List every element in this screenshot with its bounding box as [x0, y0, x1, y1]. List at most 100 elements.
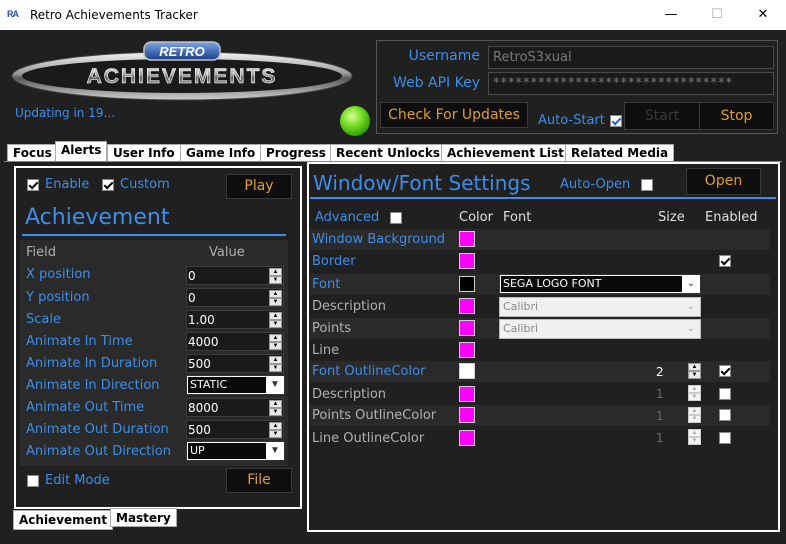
advanced-label: Advanced [315, 210, 380, 225]
animate-out-duration-spinner[interactable]: 500 ▲ ▼ [186, 420, 284, 439]
color-swatch[interactable] [459, 276, 475, 292]
start-button[interactable]: Start [624, 102, 700, 130]
field-label: Animate In Direction [26, 378, 160, 393]
enable-label: Enable [45, 177, 90, 192]
chevron-down-icon: ⌄ [686, 323, 696, 334]
row-label: Window Background [312, 232, 445, 247]
animate-in-time-spinner[interactable]: 4000 ▲ ▼ [186, 332, 284, 351]
color-swatch[interactable] [459, 320, 475, 336]
field-label: Animate Out Duration [26, 422, 169, 437]
check-updates-button[interactable]: Check For Updates [380, 102, 528, 128]
points-outline-size-spinner[interactable]: 1 ▲ ▼ [655, 407, 701, 425]
enabled-checkbox[interactable] [719, 255, 731, 267]
minimize-button[interactable]: — [648, 0, 694, 30]
retro-achievements-logo: RETRO ACHIEVEMENTS [11, 41, 353, 101]
file-button[interactable]: File [226, 468, 292, 493]
open-button[interactable]: Open [686, 168, 761, 195]
color-column-header: Color [459, 210, 493, 225]
row-label: Line [312, 343, 340, 358]
edit-mode-label: Edit Mode [45, 473, 110, 488]
color-swatch[interactable] [459, 253, 475, 269]
tab-focus[interactable]: Focus [7, 144, 58, 161]
x-position-spinner[interactable]: 0 ▲ ▼ [186, 266, 284, 285]
row-label: Line OutlineColor [312, 431, 425, 446]
maximize-button[interactable]: ☐ [694, 0, 740, 30]
achievement-section-title: Achievement [25, 205, 170, 230]
enabled-checkbox[interactable] [719, 409, 731, 421]
field-label: Animate Out Direction [26, 444, 172, 459]
tab-achievement-list[interactable]: Achievement List [441, 144, 570, 161]
tab-user-info[interactable]: User Info [107, 144, 181, 161]
field-label: Animate In Duration [26, 356, 158, 371]
color-swatch[interactable] [459, 386, 475, 402]
enable-checkbox[interactable] [27, 179, 39, 191]
enabled-checkbox[interactable] [719, 365, 731, 377]
description-font-select[interactable]: Calibri ⌄ [499, 297, 701, 317]
play-button[interactable]: Play [226, 174, 292, 199]
y-position-spinner[interactable]: 0 ▲ ▼ [186, 288, 284, 307]
section-divider [22, 234, 286, 236]
enabled-column-header: Enabled [705, 210, 758, 225]
window-font-settings-title: Window/Font Settings [313, 171, 531, 195]
animate-in-direction-select[interactable]: STATIC ▼ [186, 375, 285, 395]
animate-in-duration-spinner[interactable]: 500 ▲ ▼ [186, 354, 284, 373]
tab-related-media[interactable]: Related Media [565, 144, 675, 161]
outline-size-spinner[interactable]: 2 ▲ ▼ [655, 363, 701, 381]
row-label: Font OutlineColor [312, 364, 426, 379]
title-bar: RA Retro Achievements Tracker — ☐ ✕ [0, 0, 786, 30]
scale-spinner[interactable]: 1.00 ▲ ▼ [186, 310, 284, 329]
color-swatch[interactable] [459, 298, 475, 314]
animate-out-time-spinner[interactable]: 8000 ▲ ▼ [186, 398, 284, 417]
description-outline-size-spinner[interactable]: 1 ▲ ▼ [655, 385, 701, 403]
stop-button[interactable]: Stop [699, 102, 774, 130]
field-label: X position [26, 267, 91, 282]
app-window: RA Retro Achievements Tracker — ☐ ✕ RETR… [0, 0, 786, 544]
enabled-checkbox[interactable] [719, 388, 731, 400]
row-label: Points [312, 321, 352, 336]
chevron-down-icon: ⌄ [686, 301, 696, 312]
color-swatch[interactable] [459, 231, 475, 247]
field-label: Animate Out Time [26, 400, 145, 415]
line-outline-size-spinner[interactable]: 1 ▲ ▼ [655, 429, 701, 447]
row-label: Points OutlineColor [312, 408, 437, 423]
window-title: Retro Achievements Tracker [30, 8, 198, 22]
username-field[interactable]: RetroS3xual [488, 46, 774, 69]
points-font-select[interactable]: Calibri ⌄ [499, 319, 701, 339]
tab-progress[interactable]: Progress [260, 144, 332, 161]
webapi-key-field[interactable]: ******************************** [488, 72, 774, 95]
field-label: Scale [26, 312, 61, 327]
color-swatch[interactable] [459, 407, 475, 423]
section-divider [310, 197, 776, 199]
username-label: Username [408, 48, 480, 64]
tab-game-info[interactable]: Game Info [180, 144, 262, 161]
status-indicator-icon [340, 106, 370, 136]
tab-alerts[interactable]: Alerts [55, 141, 108, 161]
color-swatch[interactable] [459, 430, 475, 446]
font-select[interactable]: SEGA LOGO FONT ⌄ [499, 274, 701, 294]
app-icon: RA [7, 9, 19, 19]
tab-achievement[interactable]: Achievement [13, 510, 114, 530]
value-column-header: Value [209, 245, 245, 260]
field-label: Y position [26, 290, 90, 305]
row-label: Font [312, 277, 341, 292]
animate-out-direction-select[interactable]: UP ▼ [186, 441, 285, 461]
tab-recent-unlocks[interactable]: Recent Unlocks [330, 144, 446, 161]
webapi-label: Web API Key [393, 75, 480, 91]
advanced-checkbox[interactable] [390, 212, 402, 224]
logo-achievements-text: ACHIEVEMENTS [87, 65, 278, 88]
close-button[interactable]: ✕ [740, 0, 786, 30]
color-swatch[interactable] [459, 363, 475, 379]
auto-open-checkbox[interactable] [641, 179, 653, 191]
chevron-down-icon: ▼ [270, 379, 280, 390]
row-label: Description [312, 299, 387, 314]
field-column-header: Field [26, 245, 57, 260]
tab-mastery[interactable]: Mastery [110, 508, 177, 527]
auto-open-label: Auto-Open [560, 177, 631, 192]
field-label: Animate In Time [26, 334, 133, 349]
custom-label: Custom [120, 177, 170, 192]
color-swatch[interactable] [459, 342, 475, 358]
enabled-checkbox[interactable] [719, 432, 731, 444]
custom-checkbox[interactable] [102, 179, 114, 191]
edit-mode-checkbox[interactable] [27, 475, 39, 487]
autostart-checkbox[interactable] [610, 115, 622, 127]
